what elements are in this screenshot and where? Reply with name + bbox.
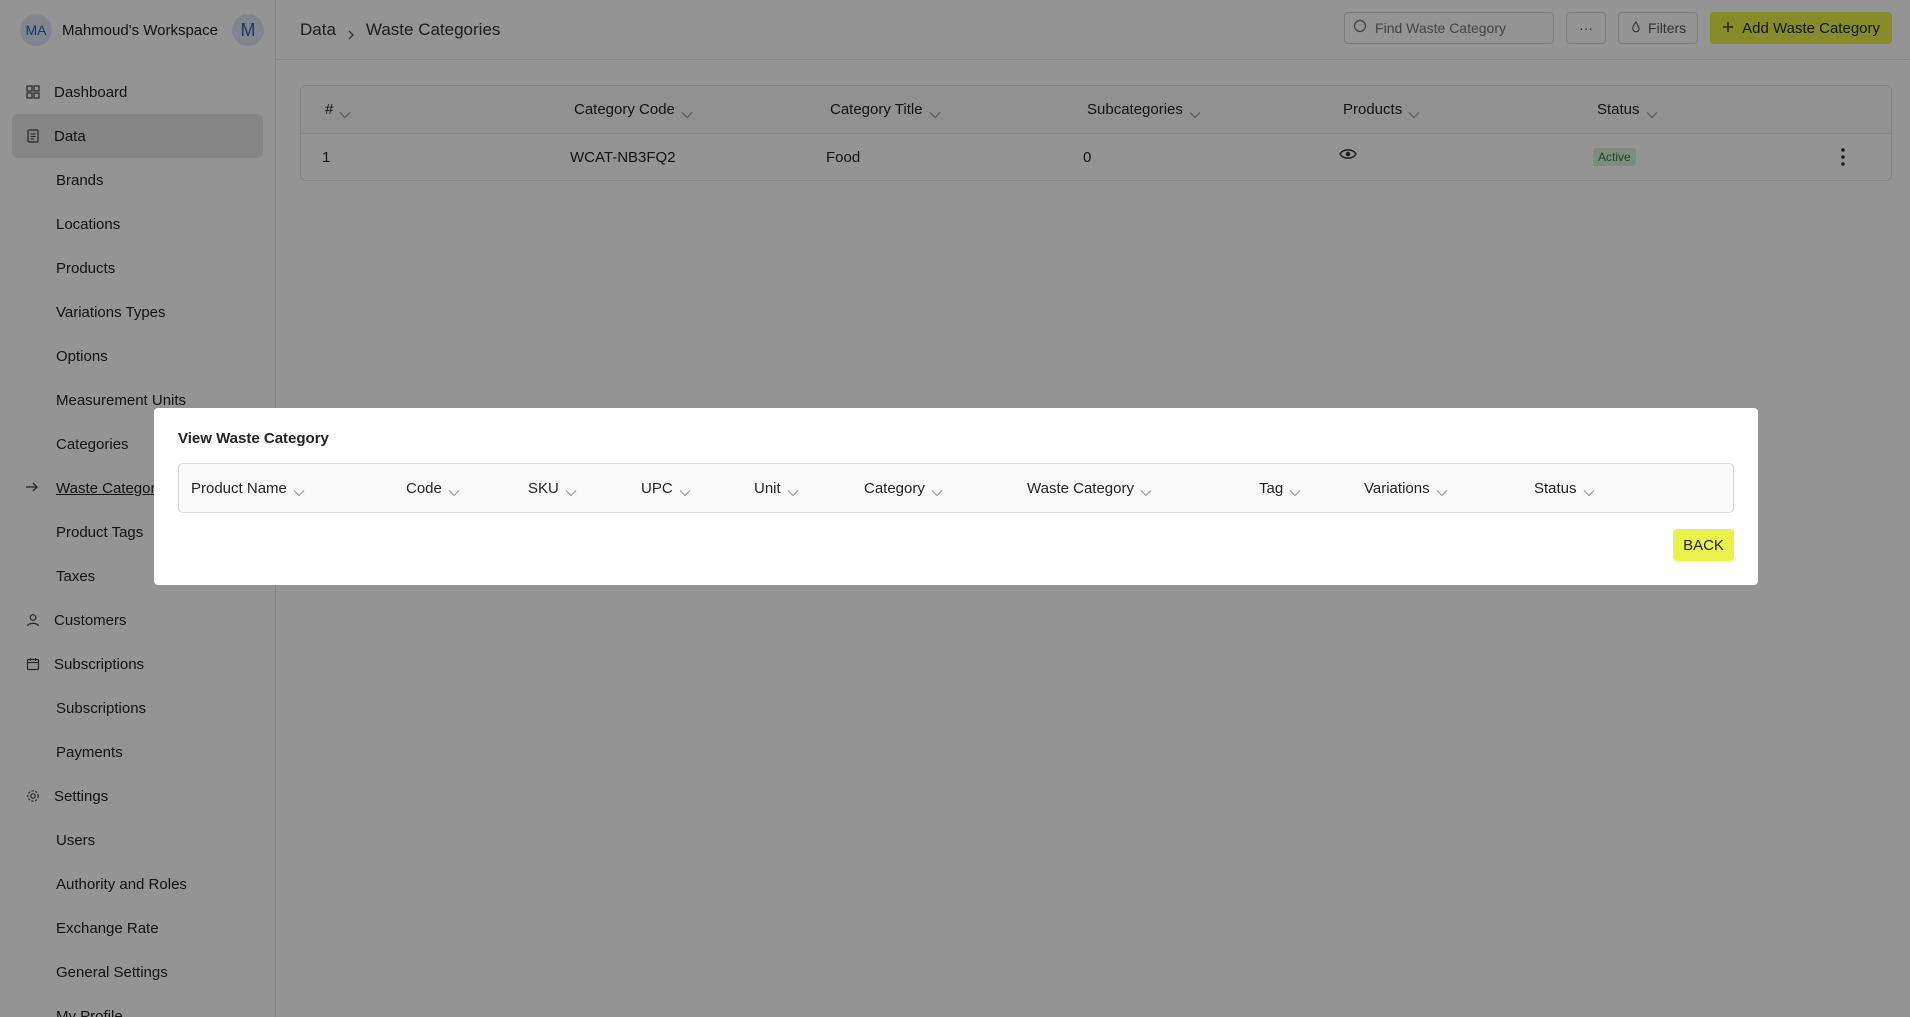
header-label: SKU	[528, 479, 559, 497]
column-header-product-name[interactable]: Product Name	[191, 464, 305, 512]
header-label: Tag	[1259, 479, 1284, 497]
chevron-down-icon	[679, 484, 691, 497]
chevron-down-icon	[448, 484, 460, 497]
chevron-down-icon	[1289, 484, 1301, 497]
chevron-down-icon	[787, 484, 799, 497]
chevron-down-icon	[565, 484, 577, 497]
chevron-down-icon	[293, 484, 305, 497]
header-label: Category	[864, 479, 925, 497]
header-label: Unit	[754, 479, 781, 497]
column-header-code[interactable]: Code	[406, 464, 460, 512]
header-label: Status	[1534, 479, 1577, 497]
column-header-sku[interactable]: SKU	[528, 464, 577, 512]
header-label: Code	[406, 479, 442, 497]
column-header-category[interactable]: Category	[864, 464, 943, 512]
header-label: Product Name	[191, 479, 287, 497]
chevron-down-icon	[1583, 484, 1595, 497]
header-label: Variations	[1364, 479, 1430, 497]
chevron-down-icon	[1140, 484, 1152, 497]
column-header-variations[interactable]: Variations	[1364, 464, 1448, 512]
column-header-unit[interactable]: Unit	[754, 464, 799, 512]
column-header-upc[interactable]: UPC	[641, 464, 691, 512]
chevron-down-icon	[931, 484, 943, 497]
modal-title: View Waste Category	[178, 430, 329, 447]
back-button[interactable]: BACK	[1673, 529, 1734, 561]
chevron-down-icon	[1436, 484, 1448, 497]
header-label: Waste Category	[1027, 479, 1134, 497]
column-header-tag[interactable]: Tag	[1259, 464, 1301, 512]
products-table-header: Product Name Code SKU UPC Unit Category …	[178, 463, 1734, 513]
column-header-waste-category[interactable]: Waste Category	[1027, 464, 1152, 512]
header-label: UPC	[641, 479, 673, 497]
column-header-status[interactable]: Status	[1534, 464, 1595, 512]
view-waste-category-modal: View Waste Category Product Name Code SK…	[154, 408, 1758, 585]
